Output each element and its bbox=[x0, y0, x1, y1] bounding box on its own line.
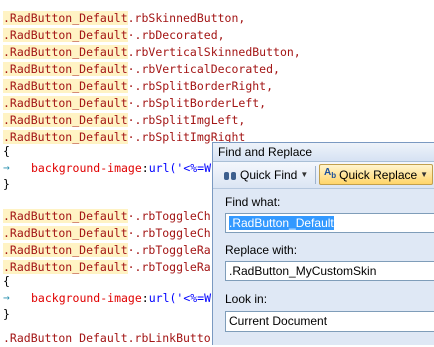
css-value: url('<%=W bbox=[148, 291, 212, 305]
chevron-down-icon[interactable]: ▼ bbox=[420, 170, 428, 179]
code-selector: .RadButton_Default bbox=[3, 113, 128, 127]
css-value: url('<%=W bbox=[148, 161, 212, 175]
look-in-label: Look in: bbox=[225, 292, 268, 306]
replace-icon: Ab bbox=[324, 167, 337, 181]
find-what-label: Find what: bbox=[225, 195, 281, 209]
code-brace-open: { bbox=[3, 274, 10, 288]
code-selector: .RadButton_Default bbox=[3, 209, 128, 223]
quick-replace-button[interactable]: Ab Quick Replace ▼ bbox=[319, 164, 434, 185]
find-what-input[interactable]: .RadButton_Default bbox=[225, 213, 434, 233]
dialog-title[interactable]: Find and Replace bbox=[213, 143, 434, 162]
code-selector: .RadButton_Default bbox=[3, 11, 128, 25]
find-what-value: .RadButton_Default bbox=[229, 216, 334, 230]
code-line: .RadButton_Default·.rbVerticalDecorated, bbox=[3, 61, 280, 78]
code-line: .RadButton_Default·.rbDecorated, bbox=[3, 27, 225, 44]
replace-with-label: Replace with: bbox=[225, 243, 298, 257]
code-line: .RadButton_Default·.rbSplitImgRight bbox=[3, 129, 245, 146]
code-line: .RadButton_Default·.rbSplitBorderRight, bbox=[3, 78, 273, 95]
code-selector-class: ·.rbVerticalDecorated, bbox=[127, 62, 280, 76]
code-selector-class: .rbVerticalSkinnedButton, bbox=[127, 45, 301, 59]
code-selector-class: .rbSkinnedButton, bbox=[127, 11, 246, 25]
code-selector-class: ·.rbToggleRa bbox=[127, 260, 211, 274]
code-brace-close: } bbox=[3, 307, 10, 321]
code-selector-class: ·.rbToggleRa bbox=[127, 243, 211, 257]
code-selector: .RadButton_Default bbox=[3, 62, 128, 76]
css-colon: : bbox=[141, 291, 149, 305]
code-line: .RadButton_Default.rbSkinnedButton, bbox=[3, 10, 245, 27]
quick-find-label: Quick Find bbox=[240, 167, 298, 182]
code-line: .RadButton_Default·.rbSplitImgLeft, bbox=[3, 112, 245, 129]
look-in-select[interactable]: Current Document bbox=[225, 311, 434, 332]
find-replace-dialog[interactable]: Find and Replace Quick Find ▼ Ab Quick R… bbox=[212, 142, 434, 345]
code-line: .RadButton Default.rbLinkButto bbox=[3, 331, 211, 345]
toolbar-separator bbox=[315, 166, 316, 184]
replace-with-input[interactable]: .RadButton_MyCustomSkin bbox=[225, 261, 434, 281]
code-line: .RadButton_Default.rbVerticalSkinnedButt… bbox=[3, 44, 301, 61]
code-selector: .RadButton_Default bbox=[3, 96, 128, 110]
binoculars-icon bbox=[223, 169, 237, 181]
replace-with-value: .RadButton_MyCustomSkin bbox=[229, 264, 377, 278]
css-property: background-image bbox=[31, 161, 142, 175]
code-selector: .RadButton_Default bbox=[3, 243, 128, 257]
css-property: background-image bbox=[31, 291, 142, 305]
code-selector-class: ·.rbDecorated, bbox=[127, 28, 225, 42]
code-line: .RadButton_Default·.rbToggleRa bbox=[3, 259, 211, 276]
look-in-value: Current Document bbox=[229, 314, 328, 328]
code-line: background-image:url('<%=W bbox=[31, 290, 211, 307]
code-selector-class: ·.rbToggleCh bbox=[127, 209, 211, 223]
code-line: .RadButton_Default·.rbSplitBorderLeft, bbox=[3, 95, 266, 112]
tab-arrow-icon: → bbox=[3, 161, 10, 174]
chevron-down-icon[interactable]: ▼ bbox=[300, 170, 308, 179]
code-selector: .RadButton_Default bbox=[3, 226, 128, 240]
code-line: .RadButton_Default·.rbToggleCh bbox=[3, 208, 211, 225]
code-brace-close: } bbox=[3, 177, 10, 191]
code-selector-class: ·.rbToggleCh bbox=[127, 226, 211, 240]
code-selector-class: ·.rbSplitImgLeft, bbox=[127, 113, 246, 127]
quick-replace-label: Quick Replace bbox=[339, 167, 418, 182]
code-line: .RadButton_Default·.rbToggleRa bbox=[3, 242, 211, 259]
code-line: .RadButton_Default·.rbToggleCh bbox=[3, 225, 211, 242]
code-selector: .RadButton_Default bbox=[3, 79, 128, 93]
css-colon: : bbox=[141, 161, 149, 175]
code-selector: .RadButton_Default bbox=[3, 45, 128, 59]
code-selector-class: ·.rbSplitBorderLeft, bbox=[127, 96, 267, 110]
dialog-toolbar: Quick Find ▼ Ab Quick Replace ▼ bbox=[213, 162, 434, 189]
code-line: background-image:url('<%=W bbox=[31, 160, 211, 177]
quick-find-button[interactable]: Quick Find ▼ bbox=[219, 164, 312, 185]
code-selector: .RadButton_Default bbox=[3, 130, 128, 144]
code-brace-open: { bbox=[3, 144, 10, 158]
code-selector: .RadButton_Default bbox=[3, 28, 128, 42]
tab-arrow-icon: → bbox=[3, 291, 10, 304]
code-selector-class: ·.rbSplitBorderRight, bbox=[127, 79, 274, 93]
code-selector: .RadButton_Default bbox=[3, 260, 128, 274]
